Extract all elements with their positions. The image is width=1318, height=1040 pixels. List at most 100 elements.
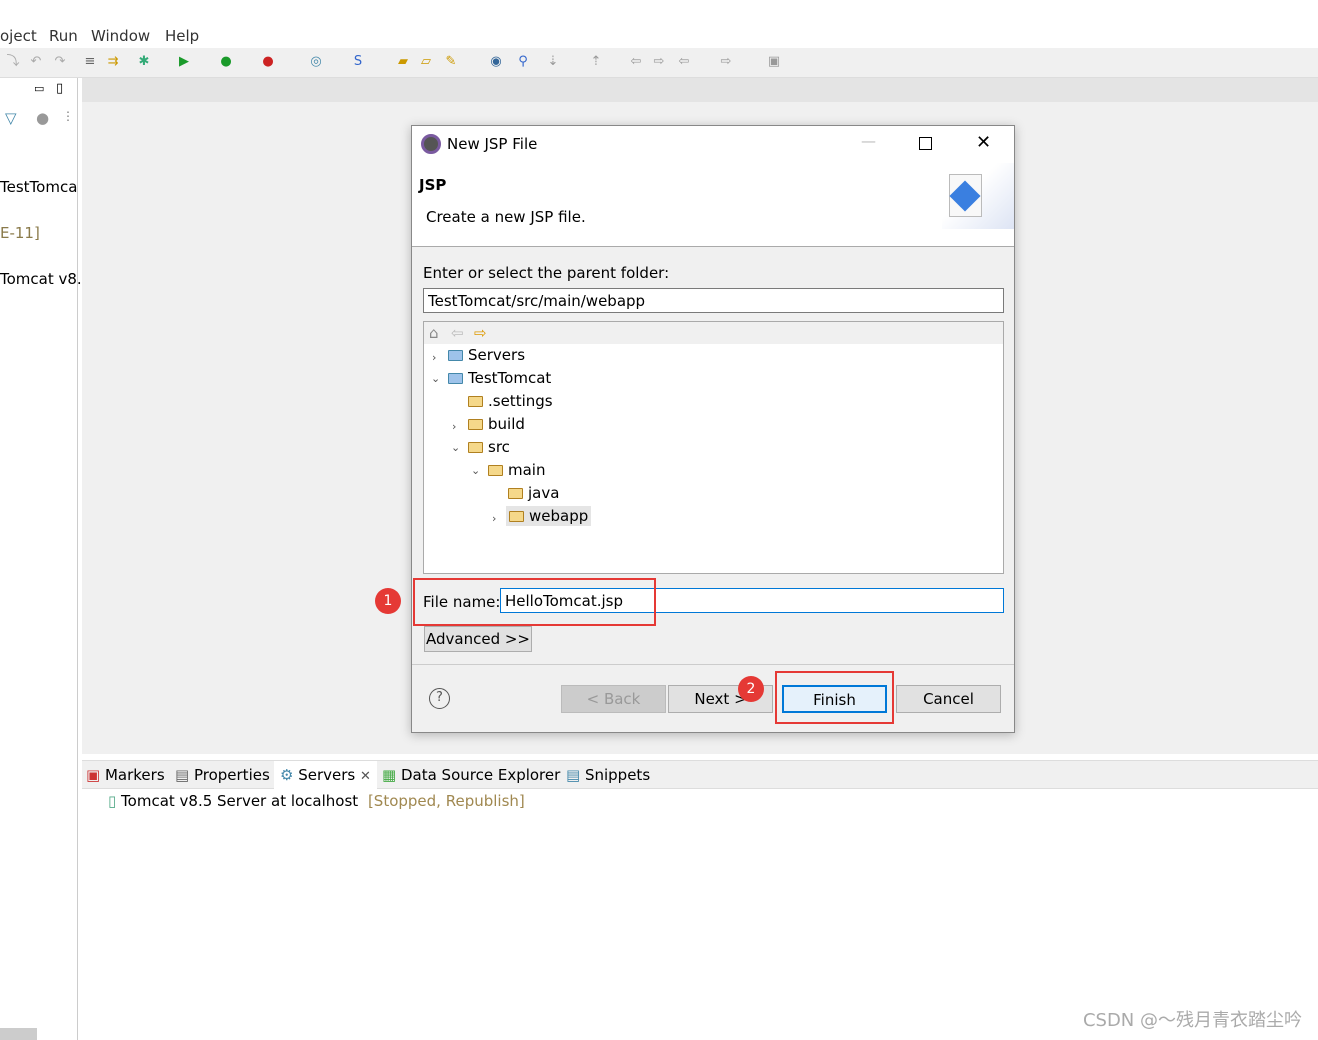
tree-label: webapp — [529, 507, 589, 525]
bottom-tab-bar: ▣ Markers ▤ Properties ⚙ Servers ✕ ▦ Dat… — [82, 760, 1318, 789]
tree-item-servers[interactable]: Servers — [448, 346, 525, 364]
close-button[interactable]: ✕ — [976, 132, 991, 153]
filter-icon[interactable]: ▽ — [5, 109, 17, 127]
maximize-button[interactable] — [919, 137, 932, 150]
tree-item-src[interactable]: src — [468, 438, 510, 456]
pin-icon[interactable]: ▣ — [766, 54, 782, 70]
tree-label: Servers — [468, 346, 526, 364]
expand-icon[interactable]: › — [492, 512, 496, 525]
wizard-heading: JSP — [419, 176, 447, 194]
wrap-icon[interactable]: ⇉ — [105, 54, 121, 70]
last-edit-icon[interactable]: ⇦ — [628, 54, 644, 70]
dialog-header: JSP Create a new JSP file. — [412, 163, 1014, 247]
menu-run[interactable]: Run — [49, 27, 78, 45]
close-icon[interactable]: ✕ — [360, 769, 371, 784]
tree-item-settings[interactable]: .settings — [468, 392, 553, 410]
run-server-icon[interactable]: ● — [218, 54, 234, 70]
globe-icon[interactable]: ◉ — [488, 54, 504, 70]
folder-icon — [448, 350, 463, 361]
advanced-button[interactable]: Advanced >> — [424, 626, 532, 652]
expand-icon[interactable]: › — [452, 420, 456, 433]
stop-server-icon[interactable]: ● — [260, 54, 276, 70]
wizard-description: Create a new JSP file. — [426, 208, 586, 226]
step-icon[interactable]: ⤵ — [5, 54, 21, 70]
menu-bar: oject Run Window Help — [0, 24, 1318, 48]
expand-icon[interactable]: › — [432, 351, 436, 364]
folder-icon[interactable]: ▱ — [418, 54, 434, 70]
eclipse-icon — [421, 134, 441, 154]
tab-snippets[interactable]: ▤ Snippets — [566, 766, 650, 784]
parent-folder-input[interactable] — [423, 288, 1004, 313]
tab-label: Snippets — [584, 766, 651, 784]
open-folder-icon[interactable]: ▰ — [395, 54, 411, 70]
editor-tab-strip — [82, 78, 1318, 102]
server-icon: ▯ — [108, 792, 117, 810]
menu-project[interactable]: oject — [0, 27, 37, 45]
collapse-icon[interactable]: ⌄ — [471, 464, 480, 477]
project-explorer-panel: ▭ ▯ ▽ ● ⋮ TestTomca E-11] Tomcat v8. — [0, 78, 82, 1040]
back-icon[interactable]: ⇦ — [676, 54, 692, 70]
folder-icon — [468, 442, 483, 453]
new-service-icon[interactable]: S — [350, 54, 366, 70]
run-icon[interactable]: ▶ — [176, 54, 192, 70]
cancel-button[interactable]: Cancel — [896, 685, 1001, 713]
next-annotation-icon[interactable]: ⇣ — [545, 54, 561, 70]
tab-data-source-explorer[interactable]: ▦ Data Source Explorer — [382, 766, 560, 784]
tree-item-jre[interactable]: E-11] — [0, 224, 40, 242]
tree-label: main — [508, 461, 546, 479]
tab-markers[interactable]: ▣ Markers — [86, 766, 165, 784]
minimize-icon[interactable]: ▭ — [34, 82, 44, 95]
menu-help[interactable]: Help — [165, 27, 199, 45]
maximize-icon[interactable]: ▯ — [56, 81, 63, 96]
folder-icon — [509, 511, 524, 522]
tree-item-java[interactable]: java — [508, 484, 559, 502]
annotation-box-file-name — [413, 578, 656, 626]
tree-item-tomcat[interactable]: Tomcat v8. — [0, 270, 82, 288]
horizontal-scrollbar[interactable] — [0, 1028, 37, 1040]
home-icon[interactable]: ⌂ — [429, 324, 439, 342]
forward-icon[interactable]: ⇨ — [474, 324, 487, 342]
next-edit-icon[interactable]: ⇨ — [651, 54, 667, 70]
minimize-button[interactable]: — — [861, 132, 876, 150]
tab-servers[interactable]: ⚙ Servers ✕ — [274, 761, 377, 789]
tree-label: src — [488, 438, 510, 456]
tree-item-webapp[interactable]: webapp — [506, 506, 592, 526]
debug-icon[interactable]: ✱ — [136, 54, 152, 70]
project-icon — [448, 373, 463, 384]
tab-properties[interactable]: ▤ Properties — [175, 766, 270, 784]
tree-item-testtomcat[interactable]: TestTomcat — [448, 369, 551, 387]
tree-label: TestTomcat — [468, 369, 552, 387]
prev-annotation-icon[interactable]: ⇡ — [588, 54, 604, 70]
annotation-box-finish — [775, 671, 894, 724]
back-icon[interactable]: ⇦ — [451, 324, 464, 342]
annotation-badge-2: 2 — [738, 676, 764, 702]
toolbar: ⤵ ↶ ↷ ≡ ⇉ ✱ ▶ ● ● ◎ S ▰ ▱ ✎ ◉ ⚲ ⇣ ⇡ ⇦ ⇨ … — [0, 48, 1318, 78]
server-name: Tomcat v8.5 Server at localhost — [121, 792, 359, 810]
forward-icon[interactable]: ⇨ — [718, 54, 734, 70]
tree-item-build[interactable]: build — [468, 415, 525, 433]
tree-item-main[interactable]: main — [488, 461, 545, 479]
dialog-title-bar: New JSP File — ✕ — [412, 126, 1014, 163]
tab-label: Servers — [298, 766, 356, 784]
link-icon[interactable]: ⋮ — [62, 109, 74, 123]
undo-icon[interactable]: ↶ — [28, 54, 44, 70]
server-row[interactable]: ▯ Tomcat v8.5 Server at localhost [Stopp… — [108, 792, 525, 810]
folder-icon — [488, 465, 503, 476]
format-icon[interactable]: ≡ — [82, 54, 98, 70]
annotation-badge-1: 1 — [375, 588, 401, 614]
folder-label: Enter or select the parent folder: — [423, 264, 670, 282]
folder-icon — [468, 419, 483, 430]
tree-label: build — [488, 415, 525, 433]
dialog-title: New JSP File — [447, 135, 538, 153]
pen-icon[interactable]: ✎ — [443, 54, 459, 70]
tree-item-testtomcat[interactable]: TestTomca — [0, 178, 77, 196]
collapse-icon[interactable]: ⌄ — [431, 372, 440, 385]
back-button[interactable]: < Back — [561, 685, 666, 713]
redo-icon[interactable]: ↷ — [52, 54, 68, 70]
collapse-icon[interactable]: ● — [36, 109, 49, 127]
help-icon[interactable]: ? — [429, 688, 450, 709]
search-icon[interactable]: ⚲ — [515, 54, 531, 70]
menu-window[interactable]: Window — [91, 27, 150, 45]
collapse-icon[interactable]: ⌄ — [451, 441, 460, 454]
new-server-icon[interactable]: ◎ — [308, 54, 324, 70]
